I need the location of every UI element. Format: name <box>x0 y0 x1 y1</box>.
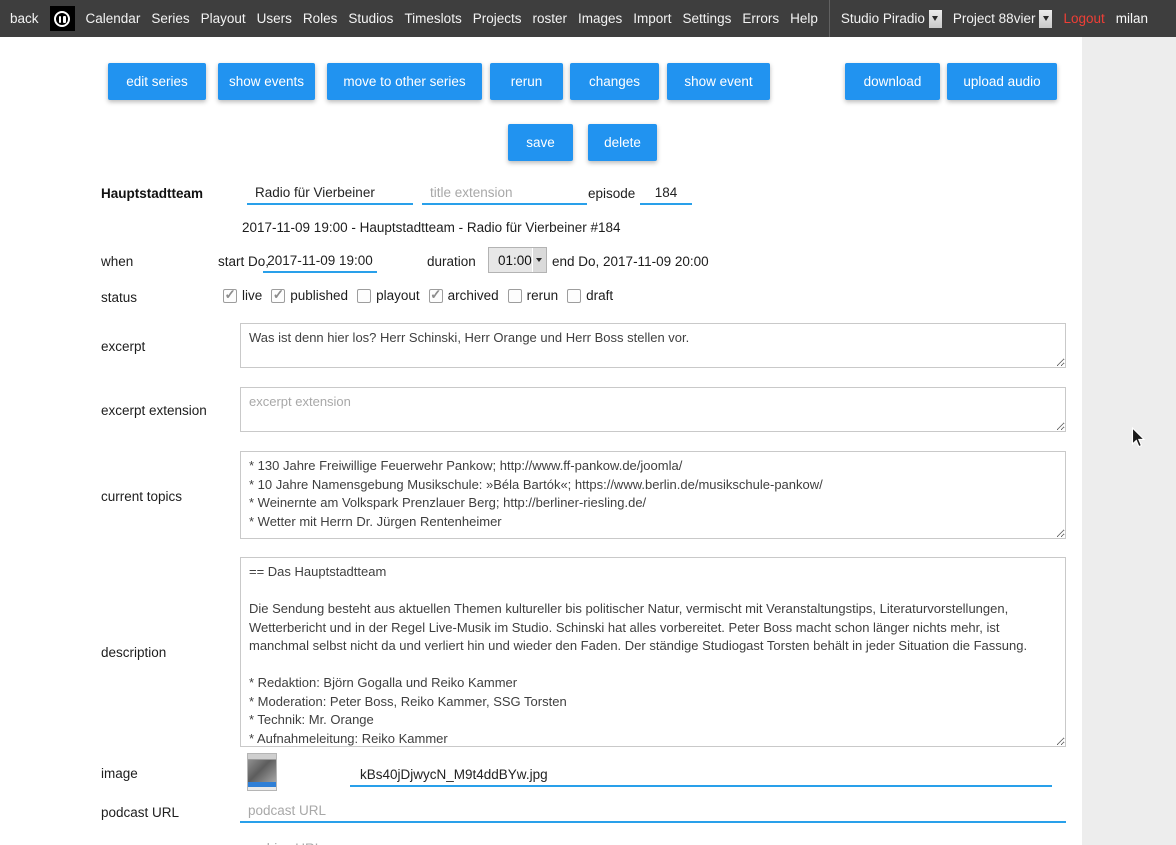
status-checkbox-row: live published playout archived rerun dr… <box>223 288 613 303</box>
checkbox-playout[interactable] <box>357 289 371 303</box>
status-label: status <box>101 290 137 305</box>
chevron-down-icon[interactable] <box>1039 10 1052 28</box>
title-input[interactable] <box>247 181 413 205</box>
thumbnail-footer <box>248 787 276 790</box>
status-group-published: published <box>271 288 348 303</box>
show-events-button[interactable]: show events <box>218 63 315 100</box>
checkbox-rerun-label: rerun <box>527 288 559 303</box>
status-group-archived: archived <box>429 288 499 303</box>
studio-select-value: Studio Piradio <box>841 11 925 26</box>
podcast-url-label: podcast URL <box>101 805 179 820</box>
duration-label: duration <box>427 254 476 269</box>
checkbox-archived[interactable] <box>429 289 443 303</box>
nav-item-users[interactable]: Users <box>257 11 292 26</box>
nav-item-errors[interactable]: Errors <box>742 11 779 26</box>
back-button[interactable]: back <box>10 11 39 26</box>
when-label: when <box>101 254 133 269</box>
checkbox-rerun[interactable] <box>508 289 522 303</box>
logout-link[interactable]: Logout <box>1063 11 1104 26</box>
excerpt-extension-label: excerpt extension <box>101 403 207 418</box>
upload-audio-button[interactable]: upload audio <box>947 63 1057 100</box>
checkbox-archived-label: archived <box>448 288 499 303</box>
download-button[interactable]: download <box>845 63 940 100</box>
edit-series-button[interactable]: edit series <box>108 63 206 100</box>
project-select-value: Project 88vier <box>953 11 1036 26</box>
status-group-playout: playout <box>357 288 420 303</box>
delete-button[interactable]: delete <box>588 124 657 161</box>
move-to-other-series-button[interactable]: move to other series <box>327 63 482 100</box>
status-group-rerun: rerun <box>508 288 559 303</box>
archive-url-input[interactable] <box>240 837 1066 845</box>
nav-item-series[interactable]: Series <box>151 11 189 26</box>
status-group-draft: draft <box>567 288 613 303</box>
nav-item-settings[interactable]: Settings <box>683 11 732 26</box>
checkbox-playout-label: playout <box>376 288 420 303</box>
duration-select[interactable]: 01:00 <box>488 247 547 273</box>
chevron-down-icon[interactable] <box>929 10 942 28</box>
podcast-url-input[interactable] <box>240 799 1066 823</box>
description-label: description <box>101 645 166 660</box>
pause-circle-icon <box>54 11 70 27</box>
nav-item-projects[interactable]: Projects <box>473 11 522 26</box>
nav-item-timeslots[interactable]: Timeslots <box>404 11 461 26</box>
project-select[interactable]: Project 88vier <box>953 10 1053 28</box>
episode-input[interactable] <box>640 181 692 205</box>
rerun-button[interactable]: rerun <box>490 63 563 100</box>
main-content: edit series show events move to other se… <box>0 37 1082 845</box>
changes-button[interactable]: changes <box>570 63 659 100</box>
checkbox-live-label: live <box>242 288 262 303</box>
image-filename-input[interactable] <box>350 763 1052 787</box>
current-topics-textarea[interactable]: * 130 Jahre Freiwillige Feuerwehr Pankow… <box>240 451 1066 539</box>
show-event-button[interactable]: show event <box>667 63 770 100</box>
nav-item-import[interactable]: Import <box>633 11 671 26</box>
nav-item-help[interactable]: Help <box>790 11 818 26</box>
excerpt-extension-textarea[interactable] <box>240 387 1066 432</box>
excerpt-label: excerpt <box>101 339 145 354</box>
checkbox-draft[interactable] <box>567 289 581 303</box>
nav-item-roster[interactable]: roster <box>532 11 567 26</box>
piradio-logo-icon[interactable] <box>50 6 75 31</box>
nav-item-images[interactable]: Images <box>578 11 622 26</box>
current-topics-label: current topics <box>101 489 182 504</box>
chevron-down-icon[interactable] <box>532 248 546 272</box>
thumbnail-photo <box>248 760 276 782</box>
start-day-label: start Do, <box>218 254 269 269</box>
episode-label: episode <box>588 186 635 201</box>
nav-item-playout[interactable]: Playout <box>201 11 246 26</box>
mouse-cursor-icon <box>1131 427 1146 449</box>
checkbox-live[interactable] <box>223 289 237 303</box>
title-extension-input[interactable] <box>422 181 587 205</box>
nav-divider <box>829 0 830 37</box>
status-group-live: live <box>223 288 262 303</box>
nav-item-roles[interactable]: Roles <box>303 11 338 26</box>
event-summary-text: 2017-11-09 19:00 - Hauptstadtteam - Radi… <box>242 220 621 235</box>
excerpt-textarea[interactable]: Was ist denn hier los? Herr Schinski, He… <box>240 323 1066 368</box>
top-nav: back Calendar Series Playout Users Roles… <box>0 0 1176 37</box>
nav-item-studios[interactable]: Studios <box>348 11 393 26</box>
current-user-label: milan <box>1116 11 1148 26</box>
description-textarea[interactable]: == Das Hauptstadtteam Die Sendung besteh… <box>240 557 1066 747</box>
nav-item-calendar[interactable]: Calendar <box>86 11 141 26</box>
start-datetime-input[interactable] <box>263 249 377 273</box>
checkbox-published[interactable] <box>271 289 285 303</box>
save-button[interactable]: save <box>508 124 573 161</box>
duration-select-value: 01:00 <box>489 248 532 272</box>
image-label: image <box>101 766 138 781</box>
end-datetime-label: end Do, 2017-11-09 20:00 <box>552 254 709 269</box>
studio-select[interactable]: Studio Piradio <box>841 10 942 28</box>
series-name-label: Hauptstadtteam <box>101 186 203 201</box>
checkbox-published-label: published <box>290 288 348 303</box>
image-thumbnail[interactable] <box>247 753 277 791</box>
checkbox-draft-label: draft <box>586 288 613 303</box>
